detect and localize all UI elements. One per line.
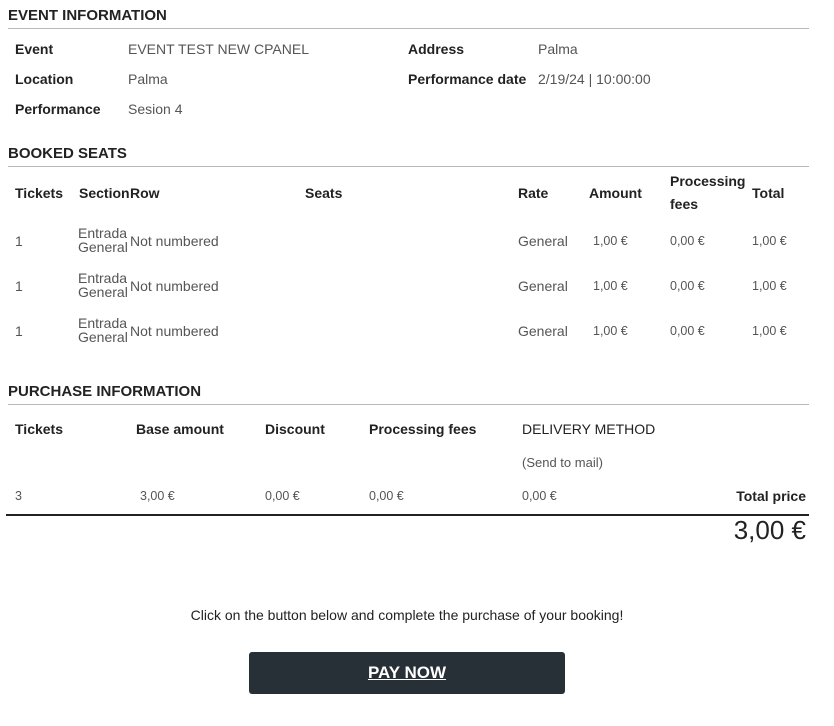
row-tickets: 1 — [15, 278, 23, 294]
row-section-line1: Entrada — [78, 270, 128, 286]
header-rate: Rate — [518, 185, 549, 201]
row-fees: 0,00 € — [670, 279, 705, 293]
purchase-header-base-amount: Base amount — [136, 421, 224, 437]
row-row: Not numbered — [130, 278, 219, 294]
row-section-line2: General — [78, 239, 128, 255]
header-processing-line2: fees — [670, 196, 699, 212]
purchase-information-title: PURCHASE INFORMATION — [8, 383, 809, 405]
header-tickets: Tickets — [15, 185, 63, 201]
event-value: EVENT TEST NEW CPANEL — [128, 41, 310, 57]
row-total: 1,00 € — [752, 234, 787, 248]
event-label: Event — [15, 41, 54, 57]
row-fees: 0,00 € — [670, 234, 705, 248]
performance-label: Performance — [15, 101, 101, 117]
row-section-line1: Entrada — [78, 225, 128, 241]
header-seats: Seats — [305, 185, 343, 201]
booked-seats-title: BOOKED SEATS — [8, 145, 809, 167]
delivery-note: (Send to mail) — [522, 455, 603, 470]
purchase-processing-fees-value: 0,00 € — [369, 489, 404, 503]
performance-date-value: 2/19/24 | 10:00:00 — [538, 71, 651, 87]
total-price-label: Total price — [736, 488, 806, 504]
row-fees: 0,00 € — [670, 324, 705, 338]
location-label: Location — [15, 71, 74, 87]
cta-text: Click on the button below and complete t… — [190, 607, 624, 623]
purchase-header-processing-fees: Processing fees — [369, 421, 477, 437]
purchase-header-tickets: Tickets — [15, 421, 63, 437]
row-section: Entrada General — [78, 226, 128, 254]
row-rate: General — [518, 323, 568, 339]
row-amount: 1,00 € — [593, 234, 628, 248]
row-section-line2: General — [78, 284, 128, 300]
header-section: Section — [79, 185, 130, 201]
total-divider — [6, 514, 809, 516]
row-section-line1: Entrada — [78, 315, 128, 331]
row-section: Entrada General — [78, 271, 128, 299]
performance-date-label: Performance date — [408, 71, 527, 87]
purchase-discount-value: 0,00 € — [265, 489, 300, 503]
event-information-title: EVENT INFORMATION — [8, 7, 809, 29]
performance-value: Sesion 4 — [128, 101, 183, 117]
purchase-header-discount: Discount — [265, 421, 325, 437]
header-processing-line1: Processing — [670, 173, 746, 189]
pay-now-button[interactable]: PAY NOW — [249, 652, 565, 694]
total-price-value: 3,00 € — [733, 515, 806, 545]
purchase-delivery-value: 0,00 € — [522, 489, 557, 503]
header-total: Total — [752, 185, 785, 201]
row-amount: 1,00 € — [593, 324, 628, 338]
address-value: Palma — [538, 41, 578, 57]
header-processing-fees: Processing fees — [670, 170, 745, 216]
purchase-base-amount-value: 3,00 € — [140, 489, 175, 503]
row-rate: General — [518, 278, 568, 294]
row-rate: General — [518, 233, 568, 249]
row-tickets: 1 — [15, 323, 23, 339]
header-row: Row — [130, 185, 160, 201]
row-amount: 1,00 € — [593, 279, 628, 293]
row-total: 1,00 € — [752, 279, 787, 293]
row-row: Not numbered — [130, 233, 219, 249]
row-row: Not numbered — [130, 323, 219, 339]
row-tickets: 1 — [15, 233, 23, 249]
header-amount: Amount — [589, 185, 642, 201]
address-label: Address — [408, 41, 465, 57]
row-total: 1,00 € — [752, 324, 787, 338]
location-value: Palma — [128, 71, 168, 87]
purchase-header-delivery-method: DELIVERY METHOD — [522, 421, 656, 437]
row-section: Entrada General — [78, 316, 128, 344]
row-section-line2: General — [78, 329, 128, 345]
purchase-tickets-value: 3 — [15, 489, 22, 503]
